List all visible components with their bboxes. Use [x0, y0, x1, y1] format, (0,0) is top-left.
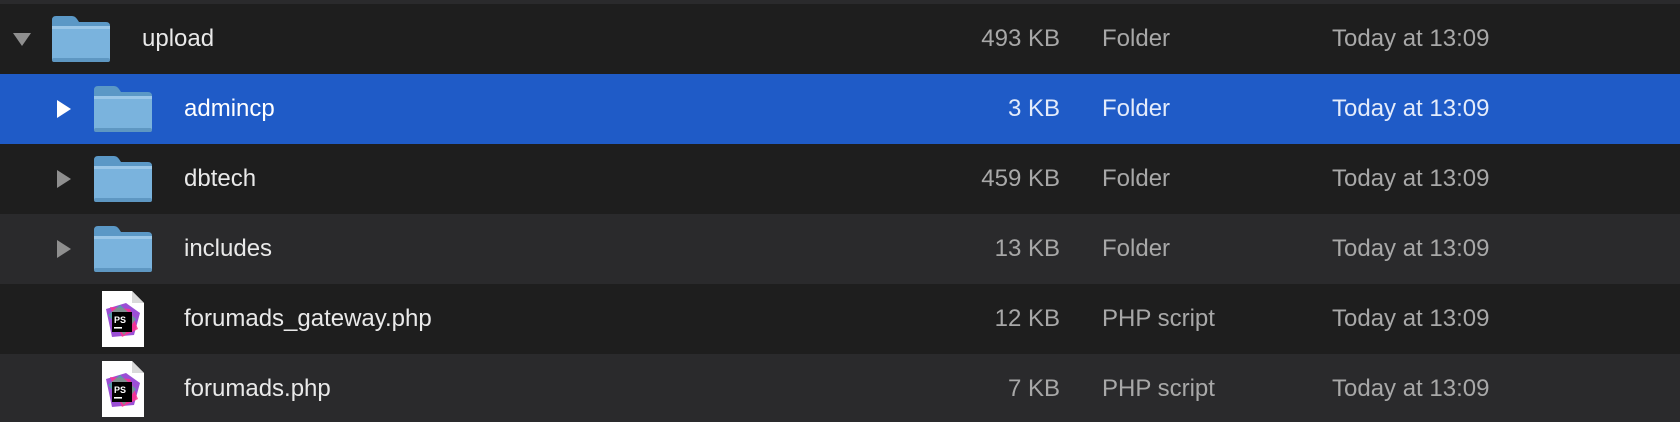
- svg-text:PS: PS: [114, 385, 126, 395]
- row-name: forumads_gateway.php: [184, 305, 432, 332]
- svg-text:PS: PS: [114, 315, 126, 325]
- row-size: 12 KB: [994, 305, 1060, 332]
- row-size: 13 KB: [994, 235, 1060, 262]
- disclosure-triangle-right-icon[interactable]: [50, 74, 78, 144]
- list-row-upload[interactable]: upload 493 KB Folder Today at 13:09: [0, 4, 1680, 74]
- row-kind: Folder: [1102, 165, 1171, 192]
- row-kind: Folder: [1102, 95, 1171, 122]
- disclosure-triangle-down-icon[interactable]: [8, 4, 36, 74]
- row-date: Today at 13:09: [1332, 375, 1490, 402]
- folder-icon: [50, 4, 112, 74]
- row-date: Today at 13:09: [1332, 25, 1490, 52]
- folder-icon: [92, 74, 154, 144]
- phpstorm-file-icon: PS: [92, 284, 154, 354]
- row-date: Today at 13:09: [1332, 95, 1490, 122]
- row-name: dbtech: [184, 165, 257, 192]
- row-date: Today at 13:09: [1332, 165, 1490, 192]
- row-name: includes: [184, 235, 273, 262]
- disclosure-triangle-right-icon[interactable]: [50, 214, 78, 284]
- list-row-dbtech[interactable]: dbtech 459 KB Folder Today at 13:09: [0, 144, 1680, 214]
- row-size: 493 KB: [981, 25, 1060, 52]
- phpstorm-file-icon: PS: [92, 354, 154, 422]
- row-kind: Folder: [1102, 235, 1171, 262]
- row-kind: PHP script: [1102, 305, 1215, 332]
- list-row-admincp[interactable]: admincp 3 KB Folder Today at 13:09: [0, 74, 1680, 144]
- finder-list-view: upload 493 KB Folder Today at 13:09 admi…: [0, 0, 1680, 422]
- row-size: 7 KB: [1007, 375, 1060, 402]
- list-row-forumads-gateway-php[interactable]: PS forumads_gateway.php 12 KB PHP script…: [0, 284, 1680, 354]
- list-row-forumads-php[interactable]: PS forumads.php 7 KB PHP script Today at…: [0, 354, 1680, 422]
- row-name: admincp: [184, 95, 275, 122]
- row-name: forumads.php: [184, 375, 331, 402]
- disclosure-triangle-right-icon[interactable]: [50, 144, 78, 214]
- row-kind: Folder: [1102, 25, 1171, 52]
- folder-icon: [92, 214, 154, 284]
- folder-icon: [92, 144, 154, 214]
- row-size: 3 KB: [1007, 95, 1060, 122]
- row-date: Today at 13:09: [1332, 235, 1490, 262]
- list-row-includes[interactable]: includes 13 KB Folder Today at 13:09: [0, 214, 1680, 284]
- row-size: 459 KB: [981, 165, 1060, 192]
- row-kind: PHP script: [1102, 375, 1215, 402]
- row-date: Today at 13:09: [1332, 305, 1490, 332]
- row-name: upload: [142, 25, 215, 52]
